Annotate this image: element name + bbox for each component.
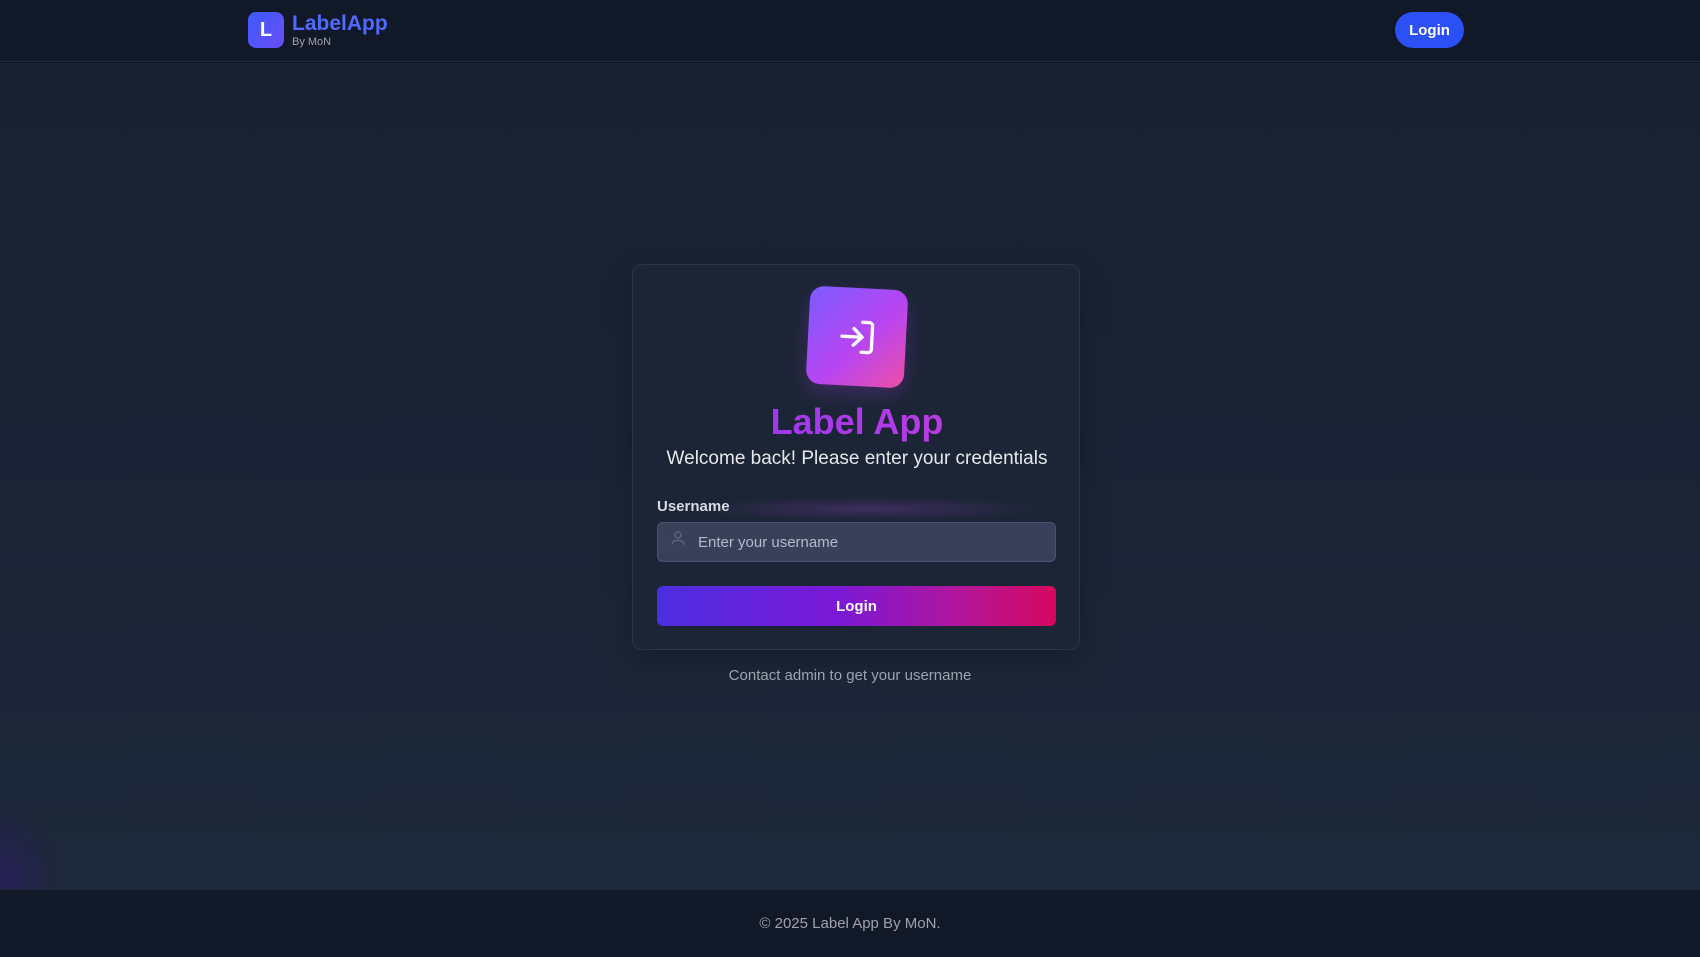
contact-admin-text: Contact admin to get your username	[728, 667, 972, 684]
brand-text: LabelApp By MoN	[292, 13, 388, 48]
header-login-button[interactable]: Login	[1395, 12, 1464, 48]
brand[interactable]: L LabelApp By MoN	[248, 12, 388, 48]
brand-name: LabelApp	[292, 11, 388, 35]
footer: © 2025 Label App By MoN.	[0, 889, 1700, 957]
main-content: Label App Welcome back! Please enter you…	[0, 63, 1700, 889]
input-glow	[693, 497, 1043, 521]
user-icon	[669, 529, 687, 547]
login-submit-button[interactable]: Login	[657, 586, 1056, 626]
username-label: Username	[657, 498, 730, 515]
top-navbar: L LabelApp By MoN Login	[0, 0, 1700, 62]
welcome-subtitle: Welcome back! Please enter your credenti…	[666, 448, 1048, 469]
brand-logo: L	[248, 12, 284, 48]
login-arrow-icon	[805, 285, 909, 389]
app-title: Label App	[633, 401, 1081, 443]
username-input[interactable]	[657, 522, 1056, 562]
footer-copyright: © 2025 Label App By MoN.	[759, 915, 941, 932]
brand-subtitle: By MoN	[292, 35, 332, 48]
login-card: Label App Welcome back! Please enter you…	[632, 264, 1080, 650]
